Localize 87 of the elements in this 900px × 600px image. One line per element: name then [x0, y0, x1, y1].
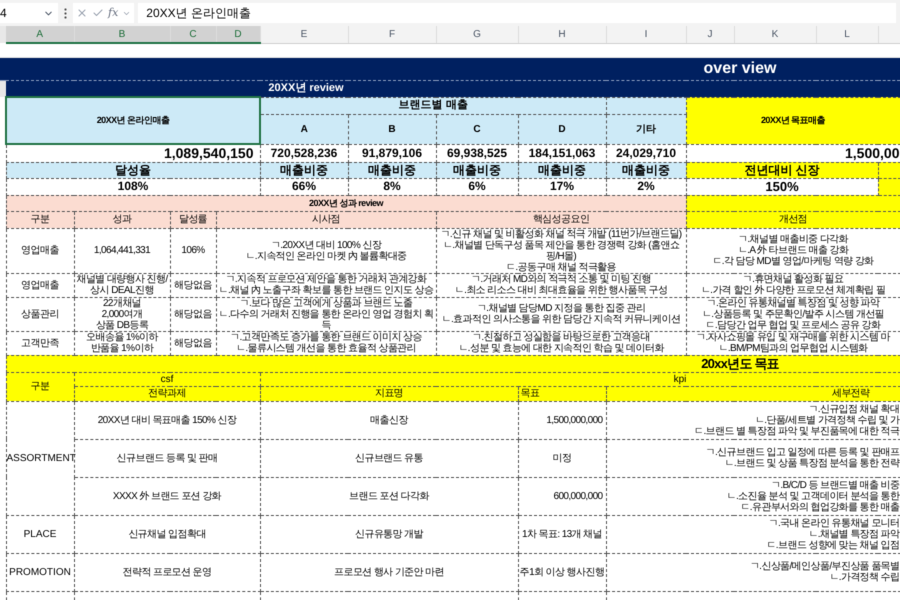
header-cell: 20XX년 온라인매출: [6, 97, 260, 144]
table-cell: 1,064,441,331: [74, 228, 170, 273]
table-cell: 채널별 대량행사 진행/ 상시 DEAL진행: [74, 273, 170, 297]
table-cell: 신규유통망 개발: [260, 515, 518, 553]
column-header[interactable]: I: [606, 26, 686, 43]
check-icon[interactable]: [92, 7, 104, 19]
column-header[interactable]: B: [74, 26, 170, 43]
section-title: 20xx년도 목표: [6, 355, 900, 372]
column-heading: 핵심성공요인: [436, 211, 686, 228]
table-cell: 영업매출: [6, 273, 74, 297]
table-cell: 해당없음: [170, 297, 216, 331]
table-cell: 전략적 프로모션 운영: [74, 553, 260, 591]
column-heading: 목표: [518, 386, 606, 401]
table-cell: 매출신장: [260, 401, 518, 439]
table-cell: ㄱ.지속적 프로모션 제안을 통한 거래처 관계강화 ㄴ.채널 內 노출구좌 확보를 통한 브랜드 인지도 상승: [216, 273, 436, 297]
header-cell: 기타: [606, 114, 686, 144]
header-cell: 매출비중: [606, 162, 686, 178]
section-banner: over view: [0, 57, 900, 80]
header-cell: 매출비중: [348, 162, 436, 178]
header-cell: D: [518, 114, 606, 144]
column-header[interactable]: E: [260, 26, 348, 43]
column-header[interactable]: F: [348, 26, 436, 43]
table-cell: 미정: [518, 439, 606, 477]
table-cell: ㄱ.휴면채널 활성화 필요 ㄴ.가격 할인 外 다양한 프로모션 체계확립 필: [686, 273, 900, 297]
column-header[interactable]: L: [816, 26, 878, 43]
header-cell: 20XX년 목표매출: [686, 97, 900, 144]
table-cell: 해당없음: [170, 273, 216, 297]
column-header[interactable]: A: [6, 26, 74, 43]
table-cell: 신규브랜드 유통: [260, 439, 518, 477]
table-cell: 1차 목표: 13개 채널: [518, 515, 606, 553]
column-header[interactable]: G: [436, 26, 518, 43]
column-header[interactable]: J: [686, 26, 734, 43]
table-cell: ㄱ.20XX년 대비 100% 신장 ㄴ.지속적인 온라인 마켓 內 볼륨확대중: [216, 228, 436, 273]
column-heading: 구분: [6, 372, 74, 401]
formula-input[interactable]: 20XX년 온라인매출: [138, 3, 896, 23]
column-header[interactable]: H: [518, 26, 606, 43]
function-button[interactable]: fx: [108, 4, 118, 22]
column-heading: kpi: [260, 372, 900, 386]
table-cell: PLACE: [6, 515, 74, 553]
header-cell: B: [348, 114, 436, 144]
column-heading: 시사점: [216, 211, 436, 228]
column-heading: csf: [74, 372, 260, 386]
table-cell: ㄱ.채널별 담당MD 지정을 통한 집중 관리 ㄴ.효과적인 의사소통을 위한 담당간 지속적 커뮤니케이션: [436, 297, 686, 331]
table-cell: 프로모션 행사 기준안 마련: [260, 553, 518, 591]
table-cell: 영업매출: [6, 228, 74, 273]
table-cell: 106%: [170, 228, 216, 273]
table-cell: ㄱ.보다 많은 고객에게 상품과 브랜드 노출 ㄴ.다수의 거래처 진행을 통한 온라인 영업 경험치 획득: [216, 297, 436, 331]
column-heading: 세부전략: [606, 386, 900, 401]
column-header[interactable]: C: [170, 26, 216, 43]
header-band: [878, 162, 900, 178]
header-cell: 매출비중: [518, 162, 606, 178]
column-header[interactable]: K: [734, 26, 816, 43]
column-heading: 개선점: [686, 211, 900, 228]
table-cell: 20XX년 대비 목표매출 150% 신장: [74, 401, 260, 439]
table-cell: 신규채널 입점확대: [74, 515, 260, 553]
column-heading: 구분: [6, 211, 74, 228]
name-box[interactable]: 4: [0, 3, 58, 23]
column-heading: 지표명: [260, 386, 518, 401]
table-cell: XXXX 外 브랜드 포션 강화: [74, 477, 260, 515]
column-heading: 성과: [74, 211, 170, 228]
table-cell: ㄱ.온라인 유통채널별 특장점 및 성향 파악 ㄴ.상품등록 및 주문확인/발주 시스템 개선필 ㄷ.담당간 업무 협업 및 프로세스 공유 강화: [686, 297, 900, 331]
header-cell: 매출비중: [260, 162, 348, 178]
table-cell: ㄱ.거래처 MD와의 적극적 소통 및 미팅 진행 ㄴ.최소 리소스 대비 최대효율을 위한 행사품목 구성: [436, 273, 686, 297]
table-cell: ㄱ.신규 채널 및 비활성화 채널 적극 개발 (11번가/브랜드딜) ㄴ.채널별 단독구성 품목 제안을 통한 경쟁력 강화 (홈앤쇼핑/H몰) ㄷ.공동구매 채널 적극활용: [436, 228, 686, 273]
header-cell: 전년대비 신장: [686, 162, 878, 178]
header-cell: 매출비중: [436, 162, 518, 178]
more-options-icon[interactable]: [64, 8, 67, 18]
table-cell: ASSORTMENT: [6, 401, 74, 515]
table-cell: 600,000,000: [518, 477, 606, 515]
column-heading: 달성률: [170, 211, 216, 228]
cancel-icon[interactable]: [76, 7, 88, 19]
table-cell: 상품관리: [6, 297, 74, 331]
header-cell: 달성율: [6, 162, 260, 178]
column-heading: 전략과제: [74, 386, 260, 401]
table-cell: 브랜드 포션 다각화: [260, 477, 518, 515]
column-header[interactable]: D: [216, 26, 260, 43]
table-cell: ㄱ.B/C/D 등 브랜드별 매출 비중 ㄴ.소진율 분석 및 고객데이터 분석을 통한 ㄷ.유관부서와의 협업강화를 통한 매출: [606, 477, 900, 515]
table-cell: 신규브랜드 등록 및 판매: [74, 439, 260, 477]
section-title: 20XX년 review: [6, 80, 606, 97]
table-cell: 22개채널 2,000여개 상품 DB등록: [74, 297, 170, 331]
table-cell: 주1회 이상 행사진행: [518, 553, 606, 591]
header-cell: A: [260, 114, 348, 144]
header-cell: 브랜드별 매출: [260, 97, 606, 114]
section-title: 20XX년 성과 review: [6, 195, 686, 211]
table-cell: 1,500,000,000: [518, 401, 606, 439]
header-cell: C: [436, 114, 518, 144]
table-cell: PROMOTION: [6, 553, 74, 591]
